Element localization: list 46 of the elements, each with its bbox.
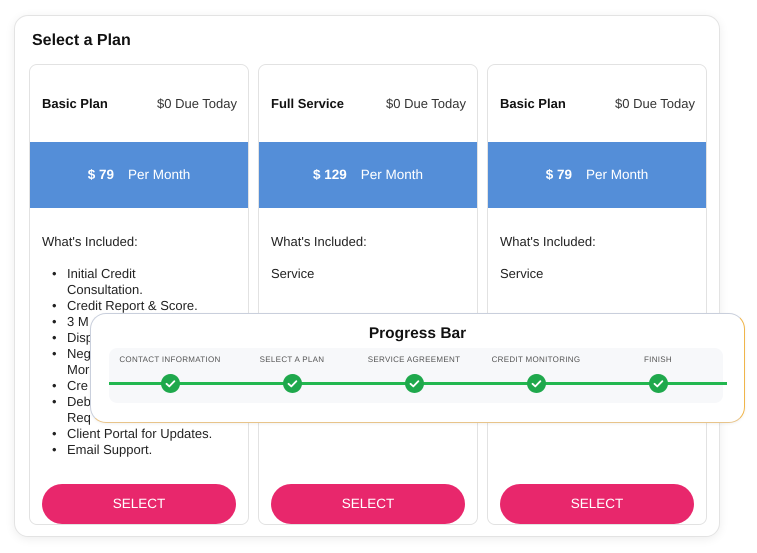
- bullet-mark: •: [52, 426, 58, 442]
- due-today-text: $0 Due Today: [157, 94, 237, 113]
- bullet-mark: •: [52, 314, 58, 330]
- price-period: Per Month: [360, 166, 424, 184]
- feature-item: Initial Credit Consultation.: [67, 266, 144, 298]
- panel-title: Select a Plan: [32, 31, 132, 51]
- price-amount: $ 79: [88, 166, 114, 184]
- price-period: Per Month: [586, 166, 648, 184]
- plan-name: Basic Plan: [42, 94, 108, 113]
- included-heading: What's Included:: [42, 233, 139, 251]
- select-button[interactable]: SELECT: [42, 484, 236, 524]
- step-label: SERVICE AGREEMENT: [368, 355, 460, 365]
- feature-item: Service: [500, 266, 544, 282]
- feature-item: Deb: [67, 394, 91, 410]
- bullet-mark: •: [52, 442, 58, 458]
- step-label: SELECT A PLAN: [260, 355, 324, 365]
- feature-item: Mor: [67, 362, 90, 378]
- feature-item: Cre: [67, 378, 88, 394]
- select-button[interactable]: SELECT: [271, 484, 465, 524]
- step-label: CREDIT MONITORING: [492, 355, 580, 365]
- plan-name: Basic Plan: [500, 94, 566, 113]
- included-heading: What's Included:: [500, 233, 597, 251]
- feature-item: Req: [67, 410, 91, 426]
- bullet-mark: •: [52, 394, 58, 410]
- step-label: CONTACT INFORMATION: [119, 355, 221, 365]
- feature-item: Neg: [67, 346, 91, 362]
- plan-name: Full Service: [271, 94, 344, 113]
- due-today-text: $0 Due Today: [615, 94, 695, 113]
- feature-item: Service: [271, 266, 316, 282]
- progress-title: Progress Bar: [368, 324, 468, 344]
- select-button[interactable]: SELECT: [500, 484, 694, 524]
- price-amount: $ 79: [546, 166, 572, 184]
- price-period: Per Month: [128, 166, 190, 184]
- bullet-mark: •: [52, 378, 58, 394]
- bullet-mark: •: [52, 266, 58, 282]
- price-amount: $ 129: [312, 166, 347, 184]
- feature-item: Email Support.: [67, 442, 152, 458]
- due-today-text: $0 Due Today: [386, 94, 466, 113]
- feature-item: 3 M: [67, 314, 89, 330]
- included-heading: What's Included:: [271, 233, 368, 251]
- bullet-mark: •: [52, 330, 58, 346]
- step-label: FINISH: [644, 355, 672, 365]
- bullet-mark: •: [52, 298, 58, 314]
- bullet-mark: •: [52, 346, 58, 362]
- feature-item: Credit Report & Score.: [67, 298, 198, 314]
- feature-item: Client Portal for Updates.: [67, 426, 212, 442]
